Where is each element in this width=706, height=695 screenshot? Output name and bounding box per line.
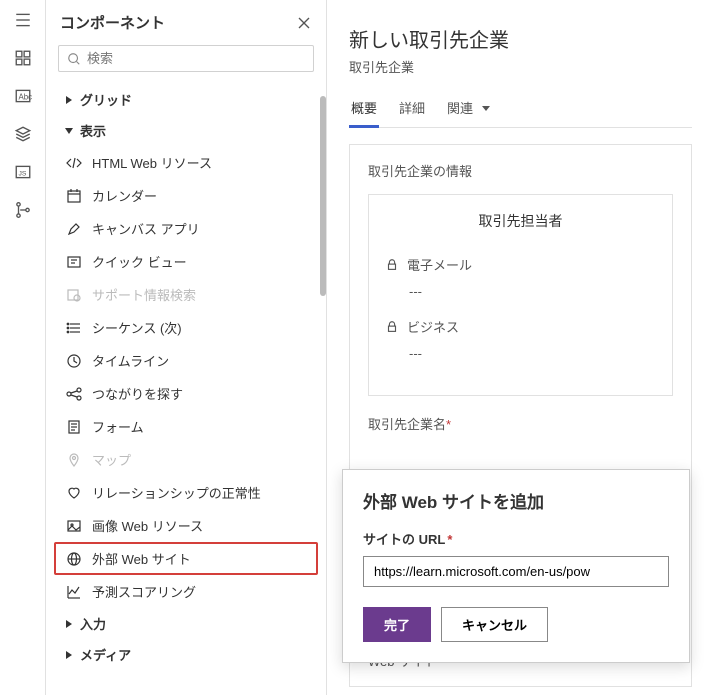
item-relationship-health[interactable]: リレーションシップの正常性 [46,476,326,509]
section-title: 取引先企業の情報 [368,161,673,180]
cancel-button[interactable]: キャンセル [441,607,548,642]
brush-icon [66,221,82,237]
network-icon [66,386,82,402]
code-icon [66,155,82,171]
image-icon [66,518,82,534]
item-canvas-app[interactable]: キャンバス アプリ [46,212,326,245]
field-business: ビジネス [385,317,656,336]
chart-icon [66,584,82,600]
calendar-icon [66,188,82,204]
dialog-title: 外部 Web サイトを追加 [363,488,669,513]
section-grid[interactable]: グリッド [46,84,326,115]
pin-icon [66,452,82,468]
section-display[interactable]: 表示 [46,115,326,146]
lock-icon [385,320,399,334]
dialog-url-label: サイトの URL* [363,529,669,548]
item-support-search[interactable]: サポート情報検索 [46,278,326,311]
tree-icon[interactable] [13,200,33,220]
tab-related[interactable]: 関連 [445,98,493,127]
field-company-name: 取引先企業名* [368,414,673,433]
item-timeline[interactable]: タイムライン [46,344,326,377]
url-input[interactable] [363,556,669,587]
item-sequence[interactable]: シーケンス (次) [46,311,326,344]
section-media[interactable]: メディア [46,639,326,670]
contact-box: 取引先担当者 電子メール --- ビジネス --- [368,194,673,396]
field-email: 電子メール [385,255,656,274]
scrollbar[interactable] [320,96,326,296]
required-marker: * [446,417,451,432]
item-map[interactable]: マップ [46,443,326,476]
hamburger-icon[interactable] [13,10,33,30]
nav-rail: Abc JS [0,0,46,695]
tab-details[interactable]: 詳細 [397,98,427,127]
chevron-down-icon [481,103,491,113]
email-value: --- [409,284,656,299]
apps-icon[interactable] [13,48,33,68]
item-quick-view[interactable]: クイック ビュー [46,245,326,278]
item-image-web-resource[interactable]: 画像 Web リソース [46,509,326,542]
list-icon [66,320,82,336]
lock-icon [385,258,399,272]
card-icon [66,254,82,270]
section-input[interactable]: 入力 [46,608,326,639]
page-title: 新しい取引先企業 [349,24,692,53]
close-icon[interactable] [296,15,312,31]
tabs: 概要 詳細 関連 [349,98,692,128]
clock-icon [66,353,82,369]
search-field[interactable] [87,51,305,66]
required-marker: * [447,532,452,547]
text-icon[interactable]: Abc [13,86,33,106]
globe-icon [66,551,82,567]
search-input[interactable] [58,45,314,72]
panel-title: コンポーネント [60,12,165,33]
item-form[interactable]: フォーム [46,410,326,443]
contact-title: 取引先担当者 [385,211,656,231]
heart-icon [66,485,82,501]
done-button[interactable]: 完了 [363,607,431,642]
support-icon [66,287,82,303]
component-tree: グリッド 表示 HTML Web リソース カレンダー キャンバス アプリ クイ… [46,80,326,695]
item-calendar[interactable]: カレンダー [46,179,326,212]
page-subtitle: 取引先企業 [349,57,692,76]
components-panel: コンポーネント グリッド 表示 HTML Web リソース [46,0,327,695]
business-value: --- [409,346,656,361]
add-external-website-dialog: 外部 Web サイトを追加 サイトの URL* 完了 キャンセル [342,469,690,663]
js-icon[interactable]: JS [13,162,33,182]
item-connections[interactable]: つながりを探す [46,377,326,410]
layers-icon[interactable] [13,124,33,144]
svg-text:Abc: Abc [18,92,32,101]
tab-overview[interactable]: 概要 [349,98,379,127]
form-icon [66,419,82,435]
item-external-website[interactable]: 外部 Web サイト [54,542,318,575]
svg-text:JS: JS [18,170,26,177]
item-html-web-resource[interactable]: HTML Web リソース [46,146,326,179]
item-predictive-scoring[interactable]: 予測スコアリング [46,575,326,608]
